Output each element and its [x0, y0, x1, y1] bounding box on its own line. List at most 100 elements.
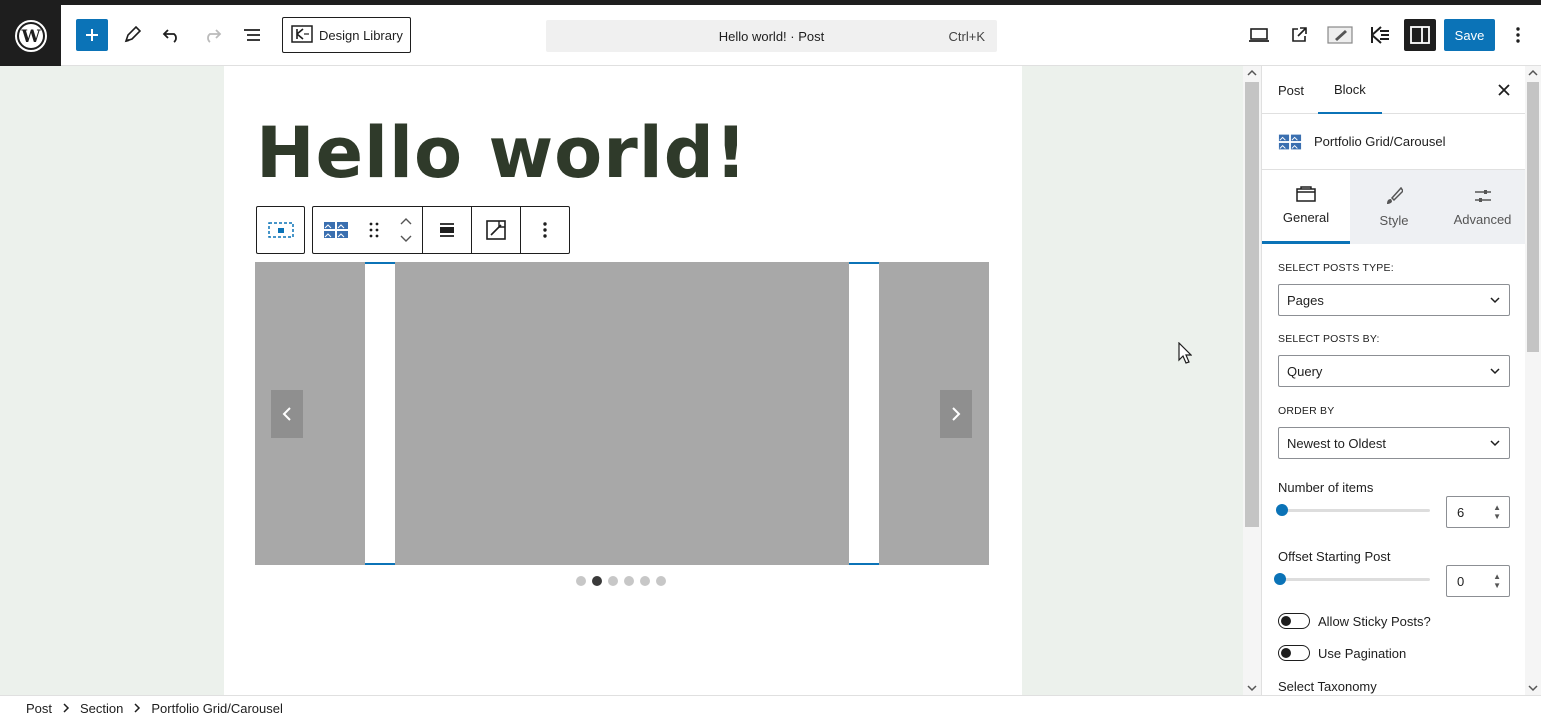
sliders-icon [1474, 189, 1491, 202]
block-options-button[interactable] [521, 207, 569, 253]
settings-sidebar-toggle[interactable] [1404, 19, 1436, 51]
post-title[interactable]: Hello world! [256, 112, 748, 194]
scroll-down-icon[interactable] [1525, 681, 1541, 695]
offset-slider[interactable] [1274, 573, 1430, 585]
tools-button[interactable] [118, 19, 146, 51]
pagination-toggle[interactable] [1278, 645, 1310, 661]
carousel-next-arrow[interactable] [940, 390, 972, 438]
wordpress-logo-icon[interactable]: W [0, 5, 61, 66]
preview-device-button[interactable] [1245, 19, 1273, 51]
save-button[interactable]: Save [1444, 19, 1495, 51]
plus-icon [86, 29, 98, 41]
carousel-dot[interactable] [640, 576, 650, 586]
block-inspector-tabs: General Style Advanced [1262, 170, 1527, 244]
breadcrumb-item-post[interactable]: Post [26, 701, 52, 716]
select-parent-button[interactable] [256, 206, 305, 254]
chevron-left-icon [282, 407, 291, 421]
scroll-down-icon[interactable] [1243, 681, 1261, 695]
block-card-title: Portfolio Grid/Carousel [1314, 134, 1446, 149]
portfolio-grid-icon [1278, 134, 1302, 149]
offset-value: 0 [1457, 573, 1465, 589]
settings-sidebar: Post Block Portfolio Grid/Carousel Gener… [1261, 66, 1541, 695]
align-button[interactable] [423, 207, 472, 253]
svg-text:W: W [20, 27, 41, 47]
tab-block[interactable]: Block [1318, 66, 1382, 114]
scroll-up-icon[interactable] [1525, 66, 1541, 80]
mouse-cursor-icon [1178, 341, 1193, 369]
design-library-label: Design Library [319, 27, 403, 43]
undo-button[interactable] [158, 19, 186, 51]
order-by-select[interactable]: Newest to Oldest [1278, 427, 1510, 459]
tab-general-label: General [1282, 210, 1330, 225]
tab-general[interactable]: General [1262, 170, 1350, 244]
copy-style-button[interactable] [472, 207, 521, 253]
number-of-items-slider[interactable] [1276, 504, 1430, 516]
design-library-button[interactable]: Design Library [282, 17, 411, 53]
chevron-right-icon [134, 703, 141, 713]
drag-handle-icon[interactable] [368, 221, 380, 239]
carousel-prev-arrow[interactable] [271, 390, 303, 438]
close-sidebar-button[interactable] [1492, 78, 1516, 102]
carousel-dot[interactable] [576, 576, 586, 586]
tab-advanced[interactable]: Advanced [1438, 170, 1527, 244]
select-posts-by-label: SELECT POSTS BY: [1278, 333, 1380, 345]
more-vertical-icon [543, 222, 547, 238]
sidebar-icon [1410, 26, 1430, 44]
carousel-dot[interactable] [624, 576, 634, 586]
document-overview-button[interactable] [238, 19, 266, 51]
tab-style-label: Style [1379, 212, 1409, 228]
order-by-value: Newest to Oldest [1287, 435, 1386, 451]
block-toolbar [312, 206, 570, 254]
breadcrumb-item-section[interactable]: Section [80, 701, 123, 716]
undo-icon [162, 29, 177, 43]
offset-label: Offset Starting Post [1278, 549, 1391, 564]
carousel-dot[interactable] [608, 576, 618, 586]
select-taxonomy-label: Select Taxonomy [1278, 679, 1377, 694]
canvas-scroll-thumb[interactable] [1245, 82, 1259, 527]
carousel-dot[interactable] [592, 576, 602, 586]
block-inserter-button[interactable] [76, 19, 108, 51]
number-of-items-value: 6 [1457, 504, 1465, 520]
carousel-pagination-dots [576, 576, 666, 586]
number-spinner-icon[interactable]: ▲ ▼ [1493, 503, 1501, 521]
slider-thumb[interactable] [1274, 573, 1286, 585]
pagination-label: Use Pagination [1318, 645, 1407, 661]
offset-input[interactable]: 0 ▲ ▼ [1446, 565, 1510, 597]
kadence-controls-button[interactable] [1364, 19, 1396, 51]
sidebar-scroll-thumb[interactable] [1527, 82, 1539, 352]
number-spinner-icon[interactable]: ▲ ▼ [1493, 572, 1501, 590]
carousel-dot[interactable] [656, 576, 666, 586]
command-palette-bar[interactable]: Hello world! · Post Ctrl+K [546, 20, 997, 52]
canvas-scrollbar[interactable] [1243, 66, 1261, 695]
number-of-items-label: Number of items [1278, 480, 1374, 495]
posts-by-select[interactable]: Query [1278, 355, 1510, 387]
portfolio-carousel[interactable] [255, 262, 989, 565]
view-post-button[interactable] [1285, 19, 1313, 51]
section-icon [267, 222, 294, 238]
slider-thumb[interactable] [1276, 504, 1288, 516]
scroll-up-icon[interactable] [1243, 66, 1261, 80]
sticky-posts-toggle[interactable] [1278, 613, 1310, 629]
brush-icon [1387, 186, 1403, 204]
number-of-items-input[interactable]: 6 ▲ ▼ [1446, 496, 1510, 528]
toggle-knob [1281, 616, 1291, 626]
tab-post[interactable]: Post [1278, 66, 1304, 114]
posts-type-select[interactable]: Pages [1278, 284, 1510, 316]
move-up-down-icon[interactable] [399, 216, 413, 244]
template-editor-button[interactable] [1324, 19, 1356, 51]
chevron-down-icon [1490, 440, 1500, 447]
chevron-right-icon [952, 407, 961, 421]
kadence-library-icon [291, 25, 313, 43]
list-view-icon [244, 29, 260, 41]
portfolio-grid-icon[interactable] [323, 220, 349, 240]
document-title: Hello world! · Post [718, 28, 825, 44]
carousel-slide-gap [365, 262, 395, 565]
chevron-right-icon [63, 703, 70, 713]
options-menu-button[interactable] [1506, 19, 1530, 51]
tab-style[interactable]: Style [1350, 170, 1438, 244]
kadence-icon [1371, 26, 1389, 44]
block-breadcrumb: Post Section Portfolio Grid/Carousel [0, 695, 1541, 720]
sidebar-scrollbar[interactable] [1525, 66, 1541, 695]
redo-button[interactable] [198, 19, 226, 51]
order-by-label: ORDER BY [1278, 405, 1335, 417]
